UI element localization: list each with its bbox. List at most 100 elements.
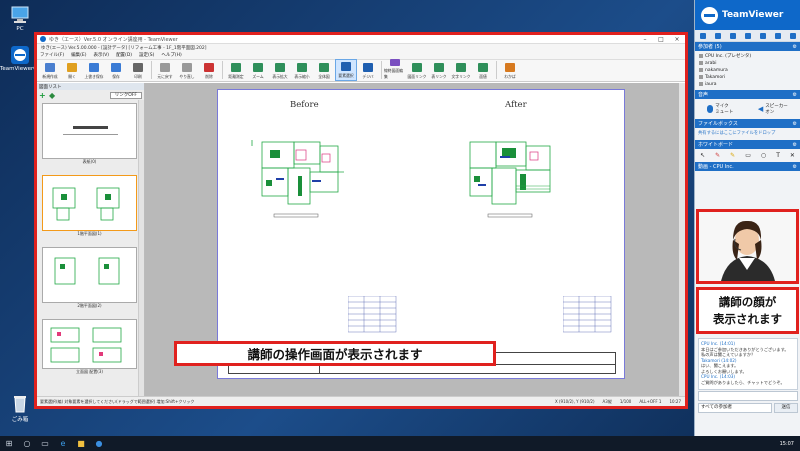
toolbar-button[interactable]: 削除: [198, 59, 220, 81]
drawing-thumb-elevation[interactable]: 立面図 配置(3): [42, 319, 137, 374]
teamviewer-task-icon[interactable]: ●: [90, 436, 108, 451]
text-icon[interactable]: T: [776, 152, 780, 159]
taskbar: ⊞ ○ ▭ e ■ ● 15:07: [0, 436, 800, 451]
filebox-dropzone[interactable]: 共有するにはここにファイルをドロップ: [695, 128, 800, 140]
gear-icon[interactable]: ⚙: [793, 142, 800, 148]
diamond-icon[interactable]: ◆: [49, 91, 56, 99]
toolbar-button[interactable]: 全体図: [313, 59, 335, 81]
toolbar-icon: [275, 63, 285, 72]
whiteboard-tools: ↖ ✎ ✎ ▭ ○ T ✕: [695, 149, 800, 162]
audio-section[interactable]: 音声 ⚙: [695, 90, 800, 99]
callout-line1: 講師の顔が: [718, 294, 777, 309]
menu-help[interactable]: ヘルプ(H): [161, 52, 181, 58]
toolbar-button[interactable]: 表示拡大: [269, 59, 291, 81]
toolbar-button[interactable]: 表リンク: [428, 59, 450, 81]
desktop-icon-pc[interactable]: PC: [0, 6, 40, 32]
menu-place[interactable]: 配置(D): [116, 52, 132, 58]
menu-view[interactable]: 表示(V): [93, 52, 109, 58]
canvas-scrollbar[interactable]: [679, 83, 685, 396]
participant-item[interactable]: Takamori: [699, 74, 796, 81]
participant-item[interactable]: CPU Inc. (プレゼンタ): [699, 53, 796, 60]
menu-icon[interactable]: [789, 32, 796, 39]
drawing-thumb-cover[interactable]: 表紙(0): [42, 103, 137, 164]
participant-item[interactable]: nakamura: [699, 67, 796, 74]
menu-file[interactable]: ファイル(F): [40, 52, 64, 58]
recipient-select[interactable]: すべての参加者: [698, 403, 772, 413]
toolbar-label: 表示縮小: [294, 74, 310, 79]
toolbar-button[interactable]: 表示縮小: [291, 59, 313, 81]
task-view-icon[interactable]: ▭: [36, 436, 54, 451]
toolbar-button[interactable]: 距離測定: [225, 59, 247, 81]
participant-item[interactable]: iaura: [699, 81, 796, 88]
toolbar-button[interactable]: 元に戻す: [154, 59, 176, 81]
participants-section[interactable]: 参加者 (5) ⚙: [695, 42, 800, 51]
chat-log[interactable]: CPU Inc. (14:01) 本日はご参加いただきありがとうございます。 私…: [698, 338, 798, 390]
record-icon[interactable]: [774, 32, 781, 39]
menu-edit[interactable]: 編集(E): [71, 52, 86, 58]
call-icon[interactable]: [714, 32, 721, 39]
close-button[interactable]: ×: [669, 36, 685, 43]
video-icon[interactable]: [729, 32, 736, 39]
search-icon[interactable]: ○: [18, 436, 36, 451]
eraser-icon[interactable]: ▭: [745, 152, 751, 159]
spec-table-right: [563, 296, 612, 333]
mic-toggle[interactable]: マイク ミュート: [707, 103, 733, 115]
toolbar-label: 面値: [479, 74, 487, 79]
toolbar-button[interactable]: 新規作成: [39, 59, 61, 81]
taskbar-clock[interactable]: 15:07: [780, 441, 800, 447]
toolbar-separator: [151, 61, 152, 79]
video-section[interactable]: 動画 - CPU Inc. ⚙: [695, 162, 800, 171]
gear-icon[interactable]: ⚙: [793, 44, 800, 50]
drawing-thumb-floor1[interactable]: 1階平面図(1): [42, 175, 137, 236]
participant-item[interactable]: arabi: [699, 60, 796, 67]
toolbar-button[interactable]: やり直し: [176, 59, 198, 81]
pen-icon[interactable]: ✎: [715, 152, 720, 159]
toolbar-button[interactable]: 線終図面編集: [384, 59, 406, 81]
toolbar-button[interactable]: 要素選択: [335, 59, 357, 81]
minimize-button[interactable]: –: [637, 36, 653, 43]
clear-icon[interactable]: ✕: [790, 152, 795, 159]
send-button[interactable]: 送信: [774, 403, 798, 413]
chat-message: ご質問がありましたら、チャットでどうぞ。: [701, 379, 785, 385]
edge-icon[interactable]: e: [54, 436, 72, 451]
toolbar-icon: [231, 63, 241, 72]
add-icon[interactable]: +: [39, 91, 46, 99]
chat-input[interactable]: [698, 391, 798, 401]
toolbar-icon: [111, 63, 121, 72]
vertical-scrollbar[interactable]: [138, 100, 144, 396]
toolbar-button[interactable]: 面値: [472, 59, 494, 81]
chat-icon[interactable]: [699, 32, 706, 39]
toolbar-button[interactable]: ズーム: [247, 59, 269, 81]
toolbar-button[interactable]: 印刷: [127, 59, 149, 81]
whiteboard-section[interactable]: ホワイトボード ⚙: [695, 140, 800, 149]
screen-icon[interactable]: [744, 32, 751, 39]
after-label: After: [505, 100, 527, 110]
speaker-toggle[interactable]: ◀ スピーカー オン: [758, 103, 788, 115]
toolbar-button[interactable]: デジバ: [357, 59, 379, 81]
instructor-face-callout: 講師の顔が 表示されます: [696, 287, 799, 334]
start-icon[interactable]: ⊞: [0, 436, 18, 451]
participants-list: CPU Inc. (プレゼンタ) arabi nakamura Takamori…: [695, 51, 800, 90]
toolbar-button[interactable]: 保存: [105, 59, 127, 81]
status-mode: ALL+OFF 1: [639, 398, 662, 404]
link-off-button[interactable]: リンクOFF: [109, 91, 142, 99]
maximize-button[interactable]: □: [653, 36, 669, 43]
filebox-section[interactable]: ファイルボックス ⚙: [695, 119, 800, 128]
pointer-icon[interactable]: ↖: [700, 152, 705, 159]
speaker-icon: ◀: [757, 105, 764, 113]
drawing-thumb-floor2[interactable]: 2階平面図(2): [42, 247, 137, 308]
marker-icon[interactable]: ✎: [730, 152, 735, 159]
toolbar-button[interactable]: 上書き保存: [83, 59, 105, 81]
toolbar-button[interactable]: 文字リンク: [450, 59, 472, 81]
toolbar-button[interactable]: 開く: [61, 59, 83, 81]
gear-icon[interactable]: ⚙: [793, 121, 800, 127]
shape-icon[interactable]: ○: [761, 152, 766, 159]
gear-icon[interactable]: ⚙: [793, 92, 800, 98]
menu-settings[interactable]: 設定(S): [139, 52, 154, 58]
toolbar-button[interactable]: 図面リンク: [406, 59, 428, 81]
toolbar-label: デジバ: [362, 74, 374, 79]
explorer-icon[interactable]: ■: [72, 436, 90, 451]
toolbar-button[interactable]: わかば: [499, 59, 521, 81]
gear-icon[interactable]: ⚙: [793, 164, 800, 170]
share-icon[interactable]: [759, 32, 766, 39]
